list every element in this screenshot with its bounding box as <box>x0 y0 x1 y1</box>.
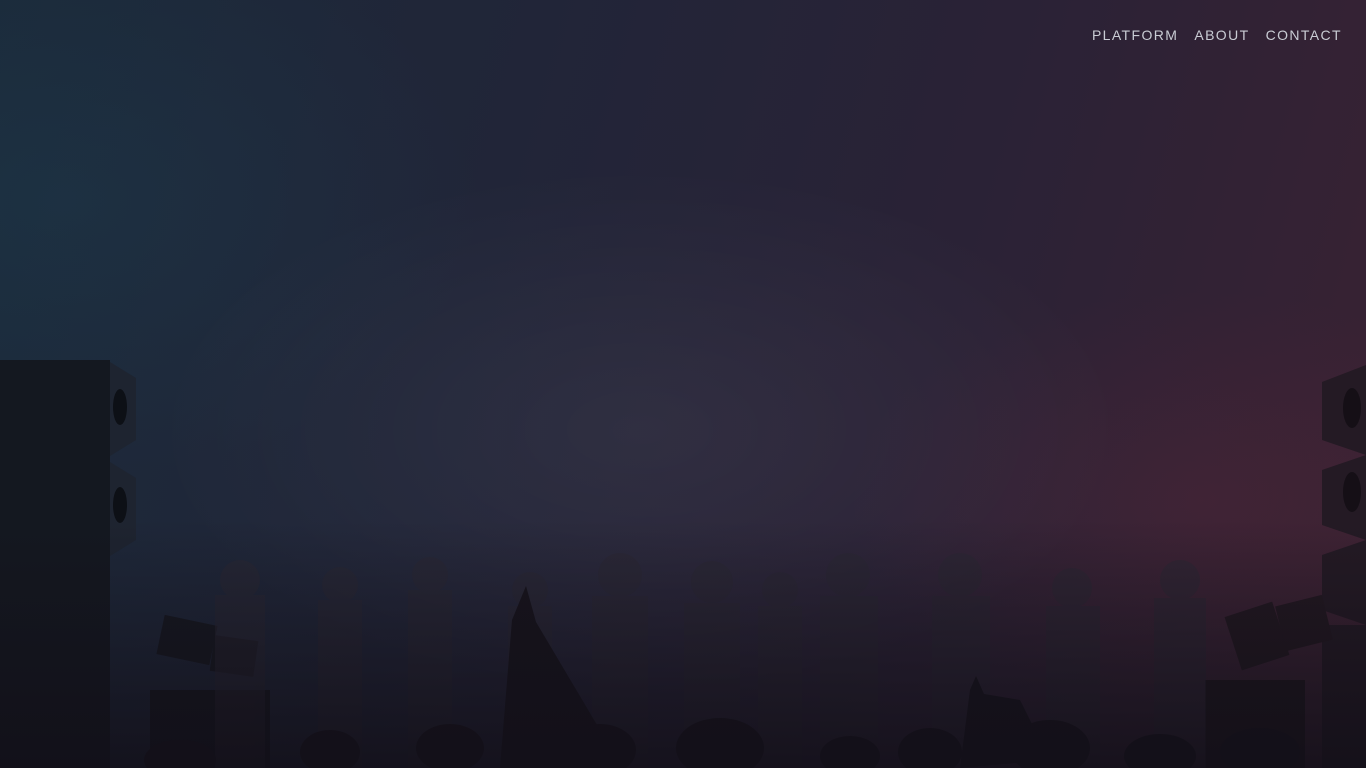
nav-link-contact[interactable]: CONTACT <box>1266 25 1342 45</box>
bottom-shade <box>0 520 1366 768</box>
top-navigation: PLATFORM ABOUT CONTACT <box>1092 25 1342 45</box>
nav-link-about[interactable]: ABOUT <box>1194 25 1249 45</box>
concert-crowd-image <box>0 360 1366 768</box>
hero-section: PLATFORM ABOUT CONTACT <box>0 0 1366 768</box>
nav-link-platform[interactable]: PLATFORM <box>1092 25 1178 45</box>
